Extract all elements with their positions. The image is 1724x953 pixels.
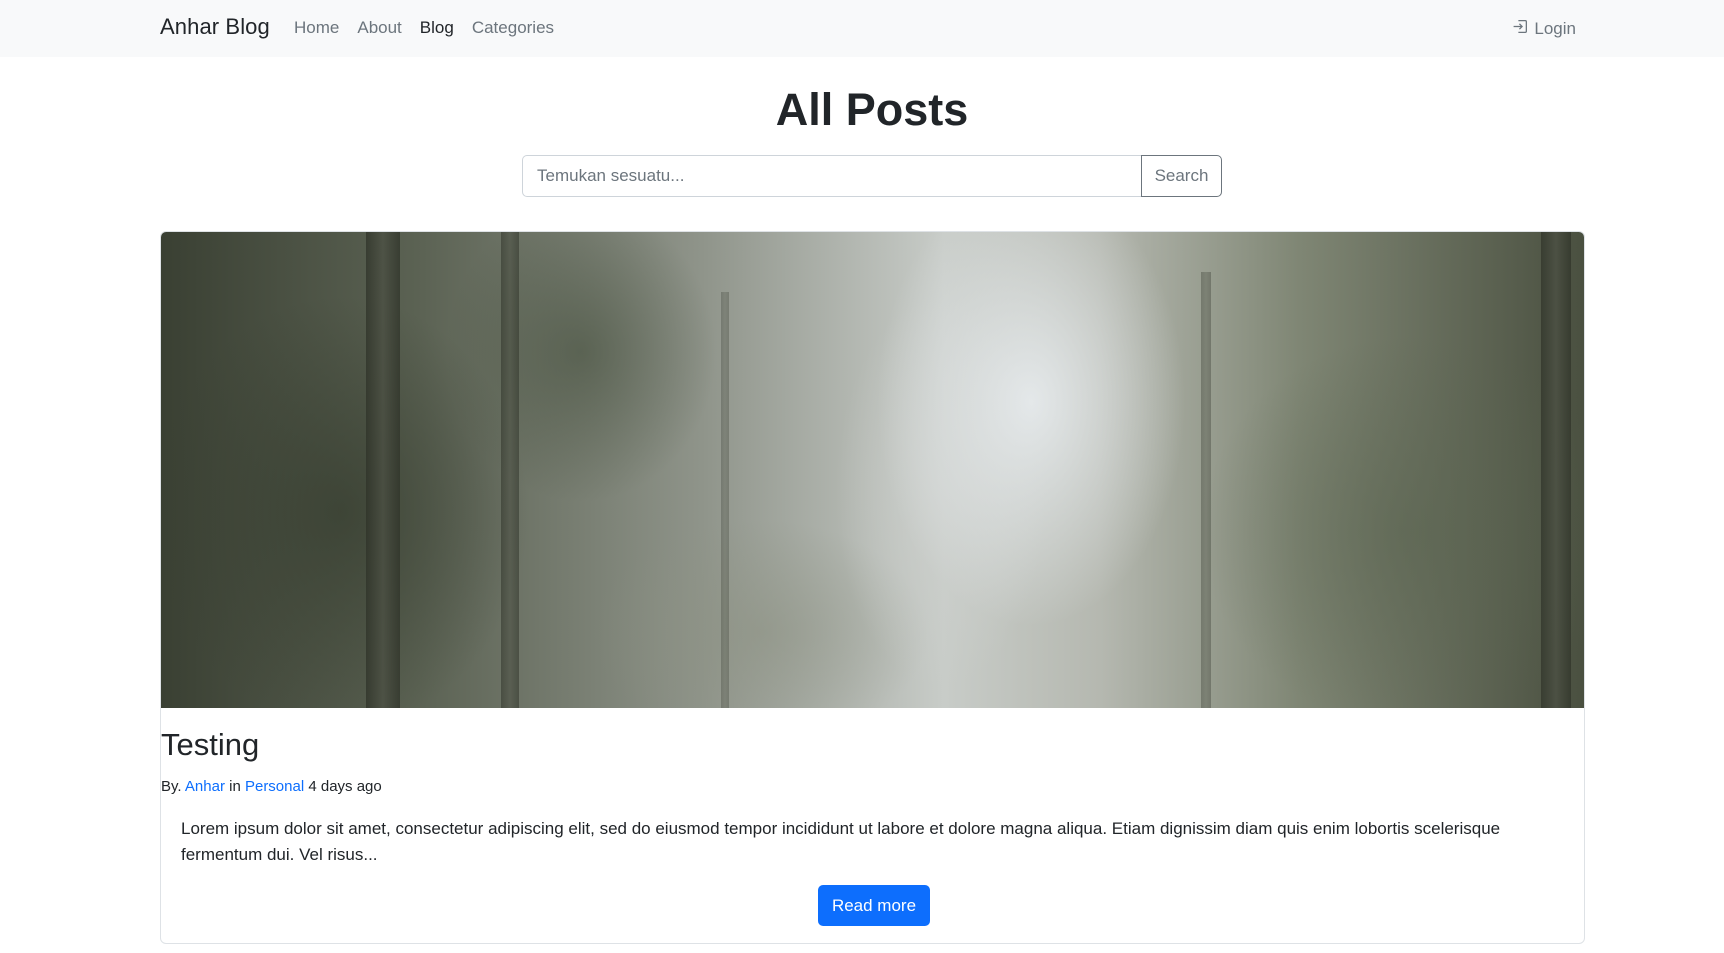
post-card: Testing By. Anhar in Personal 4 days ago… [160, 231, 1585, 944]
post-title[interactable]: Testing [161, 727, 1584, 763]
navbar: Anhar Blog Home About Blog Categories Lo… [0, 0, 1724, 57]
page-title: All Posts [775, 84, 969, 135]
nav-links: Home About Blog Categories [294, 18, 554, 38]
category-link[interactable]: Personal [245, 778, 304, 795]
nav-link-categories[interactable]: Categories [472, 18, 554, 38]
login-label: Login [1534, 19, 1576, 38]
author-link[interactable]: Anhar [185, 778, 225, 795]
search-form: Search [522, 155, 1222, 197]
meta-in: in [229, 778, 241, 795]
brand-logo[interactable]: Anhar Blog [160, 14, 270, 40]
post-excerpt: Lorem ipsum dolor sit amet, consectetur … [181, 819, 1501, 864]
search-button[interactable]: Search [1141, 155, 1222, 197]
nav-link-home[interactable]: Home [294, 18, 339, 38]
post-time: 4 days ago [308, 778, 382, 795]
nav-link-about[interactable]: About [357, 18, 401, 38]
login-icon [1512, 18, 1529, 40]
meta-by: By. [161, 778, 182, 795]
post-image[interactable] [161, 232, 1584, 708]
read-more-button[interactable]: Read more [818, 885, 930, 926]
nav-link-blog[interactable]: Blog [420, 18, 454, 38]
post-meta: By. Anhar in Personal 4 days ago [161, 778, 1584, 795]
login-link[interactable]: Login [1512, 18, 1576, 40]
search-input[interactable] [522, 155, 1141, 197]
